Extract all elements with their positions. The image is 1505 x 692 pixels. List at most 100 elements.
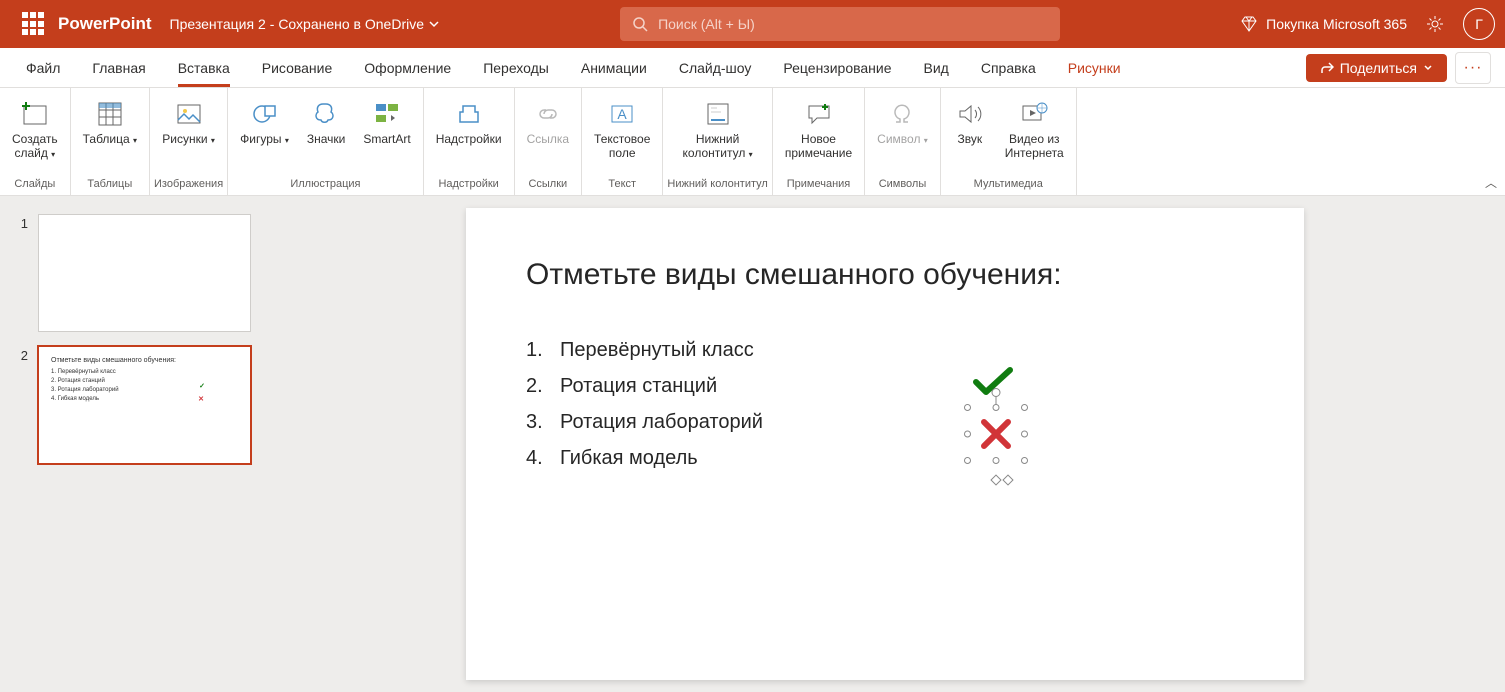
ribbon-group-label: Символы — [879, 175, 927, 195]
tab-оформление[interactable]: Оформление — [348, 48, 467, 87]
more-options-button[interactable]: ··· — [1455, 52, 1491, 84]
thumbnail-number: 2 — [14, 346, 28, 464]
ribbon-icon — [371, 98, 403, 130]
user-avatar[interactable]: Г — [1463, 8, 1495, 40]
search-icon — [632, 16, 648, 32]
ribbon-btn-текстовое-поле[interactable]: AТекстовоеполе — [586, 94, 658, 175]
list-item[interactable]: 4.Гибкая модель — [526, 440, 1244, 476]
slide-list[interactable]: 1.Перевёрнутый класс2.Ротация станций3.Р… — [526, 332, 1244, 476]
ribbon-group-label: Ссылки — [528, 175, 567, 195]
workspace: 1 2Отметьте виды смешанного обучения:1. П… — [0, 196, 1505, 692]
share-button[interactable]: Поделиться — [1306, 54, 1447, 82]
tab-вид[interactable]: Вид — [908, 48, 965, 87]
ribbon-group-иллюстрация: Фигуры ▾ЗначкиSmartArtИллюстрация — [228, 88, 424, 195]
ribbon-btn-создать-слайд[interactable]: Создатьслайд ▾ — [4, 94, 66, 175]
document-title[interactable]: Презентация 2 - Сохранено в OneDrive — [170, 16, 441, 32]
ribbon-icon — [702, 98, 734, 130]
search-box[interactable] — [620, 7, 1060, 41]
list-item[interactable]: 3.Ротация лабораторий — [526, 404, 1244, 440]
ribbon-btn-надстройки[interactable]: Надстройки — [428, 94, 510, 175]
doc-name: Презентация 2 — [170, 16, 266, 32]
ribbon-icon — [249, 98, 281, 130]
search-input[interactable] — [658, 16, 1048, 32]
ribbon-btn-ссылка: Ссылка — [519, 94, 577, 175]
tab-файл[interactable]: Файл — [10, 48, 76, 87]
resize-handle[interactable] — [1021, 431, 1028, 438]
ribbon-group-нижний-колонтитул: Нижнийколонтитул ▾Нижний колонтитул — [663, 88, 772, 195]
ribbon-group-label: Таблицы — [87, 175, 132, 195]
tab-вставка[interactable]: Вставка — [162, 48, 246, 87]
ribbon-btn-smartart[interactable]: SmartArt — [355, 94, 418, 175]
ribbon-icon — [803, 98, 835, 130]
tab-рисунки[interactable]: Рисунки — [1052, 48, 1137, 87]
ribbon-group-label: Мультимедиа — [974, 175, 1043, 195]
app-launcher-icon[interactable] — [22, 12, 46, 36]
x-mark-shape-selected[interactable] — [968, 408, 1024, 460]
ribbon-btn-видео из-интернета[interactable]: Видео изИнтернета — [997, 94, 1072, 175]
ribbon-group-слайды: Создатьслайд ▾Слайды — [0, 88, 71, 195]
diamond-icon — [1240, 15, 1258, 33]
ribbon-group-label: Изображения — [154, 175, 223, 195]
tab-переходы[interactable]: Переходы — [467, 48, 565, 87]
buy-microsoft-365[interactable]: Покупка Microsoft 365 — [1240, 15, 1407, 33]
resize-handle[interactable] — [993, 457, 1000, 464]
share-icon — [1320, 61, 1334, 75]
resize-handle[interactable] — [964, 431, 971, 438]
ribbon-icon — [532, 98, 564, 130]
thumbnail-preview[interactable] — [38, 214, 251, 332]
ribbon-btn-таблица[interactable]: Таблица ▾ — [75, 94, 145, 175]
ribbon-btn-звук[interactable]: Звук — [945, 94, 995, 175]
ribbon-group-label: Нижний колонтитул — [667, 175, 767, 195]
tab-рисование[interactable]: Рисование — [246, 48, 349, 87]
ribbon-group-label: Текст — [608, 175, 636, 195]
ribbon-icon — [954, 98, 986, 130]
slide-title[interactable]: Отметьте виды смешанного обучения: — [526, 258, 1244, 292]
ribbon-icon: A — [606, 98, 638, 130]
ribbon-group-label: Надстройки — [438, 175, 498, 195]
ribbon-icon — [453, 98, 485, 130]
adjust-handle[interactable] — [1002, 474, 1013, 485]
adjust-handle[interactable] — [990, 474, 1001, 485]
slide-thumbnail[interactable]: 1 — [14, 214, 251, 332]
slide-thumbnail[interactable]: 2Отметьте виды смешанного обучения:1. Пе… — [14, 346, 251, 464]
resize-handle[interactable] — [993, 404, 1000, 411]
ribbon-btn-значки[interactable]: Значки — [299, 94, 354, 175]
ribbon-group-символы: Символ ▾Символы — [865, 88, 941, 195]
svg-text:A: A — [618, 106, 628, 122]
slide[interactable]: Отметьте виды смешанного обучения: 1.Пер… — [466, 208, 1304, 680]
slide-canvas-area[interactable]: Отметьте виды смешанного обучения: 1.Пер… — [265, 196, 1505, 692]
ribbon-btn-фигуры[interactable]: Фигуры ▾ — [232, 94, 297, 175]
slide-thumbnail-panel[interactable]: 1 2Отметьте виды смешанного обучения:1. П… — [0, 196, 265, 692]
resize-handle[interactable] — [1021, 457, 1028, 464]
thumbnail-number: 1 — [14, 214, 28, 332]
tab-слайд-шоу[interactable]: Слайд-шоу — [663, 48, 768, 87]
list-item[interactable]: 1.Перевёрнутый класс — [526, 332, 1244, 368]
ribbon-icon — [94, 98, 126, 130]
ribbon-btn-новое-примечание[interactable]: Новоепримечание — [777, 94, 860, 175]
ribbon-icon — [886, 98, 918, 130]
ribbon-icon — [19, 98, 51, 130]
list-item[interactable]: 2.Ротация станций — [526, 368, 1244, 404]
chevron-down-icon — [428, 18, 440, 30]
chevron-down-icon — [1423, 63, 1433, 73]
ribbon-btn-нижний-колонтитул[interactable]: Нижнийколонтитул ▾ — [675, 94, 761, 175]
ribbon-icon — [173, 98, 205, 130]
ribbon-group-таблицы: Таблица ▾Таблицы — [71, 88, 150, 195]
ribbon-btn-рисунки[interactable]: Рисунки ▾ — [154, 94, 223, 175]
thumbnail-preview[interactable]: Отметьте виды смешанного обучения:1. Пер… — [38, 346, 251, 464]
resize-handle[interactable] — [964, 404, 971, 411]
saved-status: - Сохранено в OneDrive — [270, 16, 424, 32]
resize-handle[interactable] — [1021, 404, 1028, 411]
app-name: PowerPoint — [58, 14, 152, 34]
resize-handle[interactable] — [964, 457, 971, 464]
ribbon-icon — [1018, 98, 1050, 130]
x-icon — [978, 416, 1014, 452]
tab-анимации[interactable]: Анимации — [565, 48, 663, 87]
settings-icon[interactable] — [1425, 14, 1445, 34]
checkmark-shape[interactable] — [972, 366, 1014, 403]
tab-главная[interactable]: Главная — [76, 48, 161, 87]
tab-рецензирование[interactable]: Рецензирование — [767, 48, 907, 87]
tab-справка[interactable]: Справка — [965, 48, 1052, 87]
ribbon-group-label: Иллюстрация — [290, 175, 360, 195]
collapse-ribbon-button[interactable]: ︿ — [1485, 174, 1497, 191]
